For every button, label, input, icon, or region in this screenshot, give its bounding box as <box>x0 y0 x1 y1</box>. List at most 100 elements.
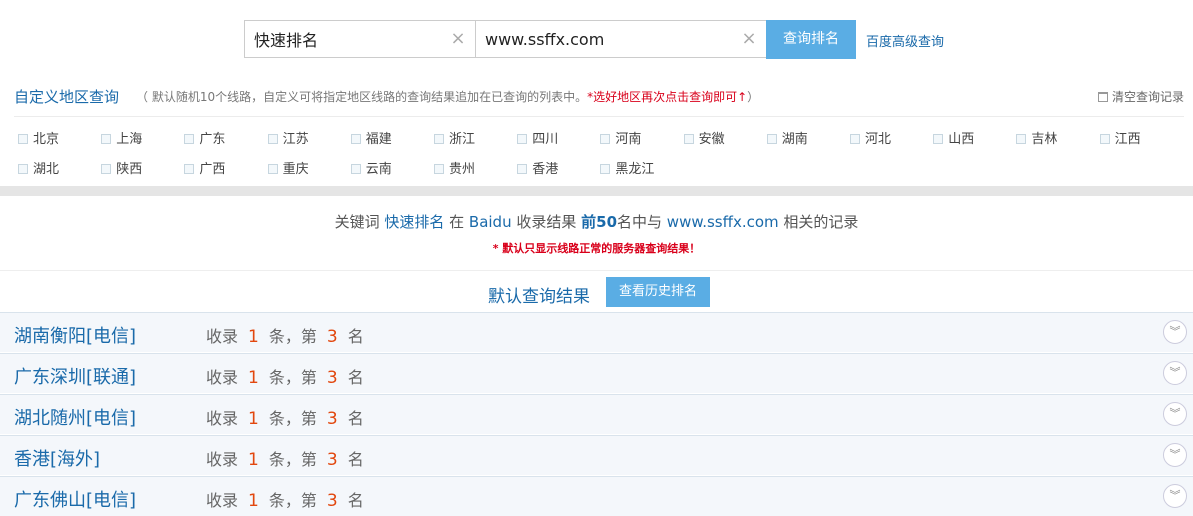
clear-keyword-icon[interactable]: × <box>449 30 467 48</box>
checkbox-box[interactable] <box>267 164 278 174</box>
result-summary: 关键词 快速排名 在 Baidu 收录结果 前50名中与 www.ssffx.c… <box>0 211 1193 232</box>
record-count-unit: 条，第 <box>268 327 317 346</box>
region-checkbox[interactable]: 浙江 <box>434 128 475 147</box>
region-label: 山西 <box>948 132 975 147</box>
chevron-double-down-icon[interactable]: ︾ <box>1163 443 1187 467</box>
region-checkbox[interactable]: 北京 <box>18 128 60 147</box>
checkbox-box[interactable] <box>517 164 528 174</box>
region-label: 香港 <box>532 162 559 177</box>
checkbox-box[interactable] <box>434 134 444 144</box>
region-note-suffix: ） <box>747 90 760 104</box>
result-row[interactable]: 广东深圳[联通] 收录 1 条，第 3 名 ︾ <box>0 353 1193 393</box>
summary-site: www.ssffx.com <box>666 213 779 231</box>
region-checkbox[interactable]: 安徽 <box>683 128 725 147</box>
region-checkbox[interactable]: 黑龙江 <box>600 158 654 177</box>
region-checkbox[interactable]: 河南 <box>600 128 642 147</box>
region-checkbox[interactable]: 福建 <box>350 128 392 147</box>
keyword-field[interactable]: × <box>244 20 476 58</box>
result-location[interactable]: 广东佛山[电信] <box>14 486 136 512</box>
result-location[interactable]: 广东深圳[联通] <box>14 363 136 389</box>
checkbox-box[interactable] <box>434 164 444 174</box>
checkbox-box[interactable] <box>350 134 361 144</box>
region-checkbox[interactable]: 云南 <box>350 158 392 177</box>
region-note-prefix: （ 默认随机10个线路，自定义可将指定地区线路的查询结果追加在已查询的列表中。 <box>136 90 588 104</box>
region-checkbox[interactable]: 广东 <box>184 128 225 147</box>
checkbox-box[interactable] <box>1016 134 1027 144</box>
region-checkbox[interactable]: 陕西 <box>101 158 142 177</box>
region-checkbox[interactable]: 湖北 <box>18 158 59 177</box>
result-row[interactable]: 香港[海外] 收录 1 条，第 3 名 ︾ <box>0 435 1193 475</box>
baidu-advanced-query-link[interactable]: 百度高级查询 <box>866 31 944 50</box>
keyword-input[interactable] <box>254 21 444 57</box>
region-label: 河南 <box>615 132 642 147</box>
region-checkbox[interactable]: 江西 <box>1099 128 1141 147</box>
record-rank: 3 <box>326 409 338 429</box>
section-separator <box>0 186 1193 196</box>
site-field[interactable]: × <box>475 20 767 58</box>
chevron-double-down-icon[interactable]: ︾ <box>1163 402 1187 426</box>
checkbox-box[interactable] <box>933 134 944 144</box>
record-label: 收录 <box>206 327 239 346</box>
record-label: 收录 <box>206 368 239 387</box>
region-checkbox[interactable]: 山西 <box>933 128 975 147</box>
checkbox-box[interactable] <box>517 134 528 144</box>
checkbox-box[interactable] <box>766 134 777 144</box>
result-location[interactable]: 香港[海外] <box>14 445 100 471</box>
view-history-button[interactable]: 查看历史排名 <box>606 277 710 307</box>
result-row[interactable]: 广东佛山[电信] 收录 1 条，第 3 名 ︾ <box>0 476 1193 516</box>
region-checkbox[interactable]: 河北 <box>850 128 891 147</box>
checkbox-box[interactable] <box>350 164 361 174</box>
region-checkbox[interactable]: 湖南 <box>766 128 808 147</box>
chevron-double-down-icon[interactable]: ︾ <box>1163 361 1187 385</box>
clear-records-button[interactable]: 清空查询记录 <box>1097 88 1184 105</box>
result-location[interactable]: 湖南衡阳[电信] <box>14 322 136 348</box>
region-checkbox[interactable]: 上海 <box>101 128 142 147</box>
checkbox-box[interactable] <box>683 134 694 144</box>
record-rank-unit: 名 <box>347 409 364 428</box>
checkbox-box[interactable] <box>101 164 112 174</box>
region-label: 江苏 <box>282 132 309 147</box>
region-checkbox[interactable]: 广西 <box>184 158 226 177</box>
default-results-title: 默认查询结果 <box>488 287 590 307</box>
query-ranking-button[interactable]: 查询排名 <box>766 20 856 59</box>
region-label: 安徽 <box>698 132 725 147</box>
clear-site-icon[interactable]: × <box>740 30 758 48</box>
result-location[interactable]: 湖北随州[电信] <box>14 404 136 430</box>
region-label: 四川 <box>532 132 559 147</box>
checkbox-box[interactable] <box>101 134 112 144</box>
chevron-double-down-icon[interactable]: ︾ <box>1163 484 1187 508</box>
chevron-double-down-icon[interactable]: ︾ <box>1163 320 1187 344</box>
checkbox-box[interactable] <box>18 164 28 174</box>
result-row[interactable]: 湖南衡阳[电信] 收录 1 条，第 3 名 ︾ <box>0 312 1193 352</box>
result-row[interactable]: 湖北随州[电信] 收录 1 条，第 3 名 ︾ <box>0 394 1193 434</box>
record-count-unit: 条，第 <box>268 491 317 510</box>
checkbox-box[interactable] <box>267 134 278 144</box>
checkbox-box[interactable] <box>600 134 611 144</box>
checkbox-box[interactable] <box>18 134 28 144</box>
region-label: 北京 <box>33 132 60 147</box>
region-checkbox[interactable]: 贵州 <box>434 158 476 177</box>
record-count-unit: 条，第 <box>268 368 317 387</box>
region-checkbox[interactable]: 重庆 <box>267 158 309 177</box>
site-input[interactable] <box>485 21 735 57</box>
checkbox-box[interactable] <box>1099 134 1110 144</box>
record-count: 1 <box>248 327 259 347</box>
region-checkbox[interactable]: 香港 <box>517 158 559 177</box>
custom-region-query-link[interactable]: 自定义地区查询 <box>14 86 119 107</box>
record-count-unit: 条，第 <box>268 409 317 428</box>
checkbox-box[interactable] <box>184 134 195 144</box>
region-checkbox[interactable]: 江苏 <box>267 128 309 147</box>
checkbox-box[interactable] <box>600 164 611 174</box>
summary-keyword: 快速排名 <box>384 213 445 231</box>
region-checkbox[interactable]: 吉林 <box>1016 128 1057 147</box>
region-label: 贵州 <box>449 162 476 177</box>
result-record: 收录 1 条，第 3 名 <box>206 364 364 388</box>
summary-text-1: 关键词 <box>334 213 385 231</box>
region-checkbox[interactable]: 四川 <box>517 128 559 147</box>
divider <box>0 270 1193 271</box>
region-label: 广西 <box>199 162 226 177</box>
record-rank: 3 <box>326 327 338 347</box>
checkbox-box[interactable] <box>850 134 860 144</box>
summary-text-4: 名中与 <box>617 213 667 231</box>
checkbox-box[interactable] <box>184 164 195 174</box>
